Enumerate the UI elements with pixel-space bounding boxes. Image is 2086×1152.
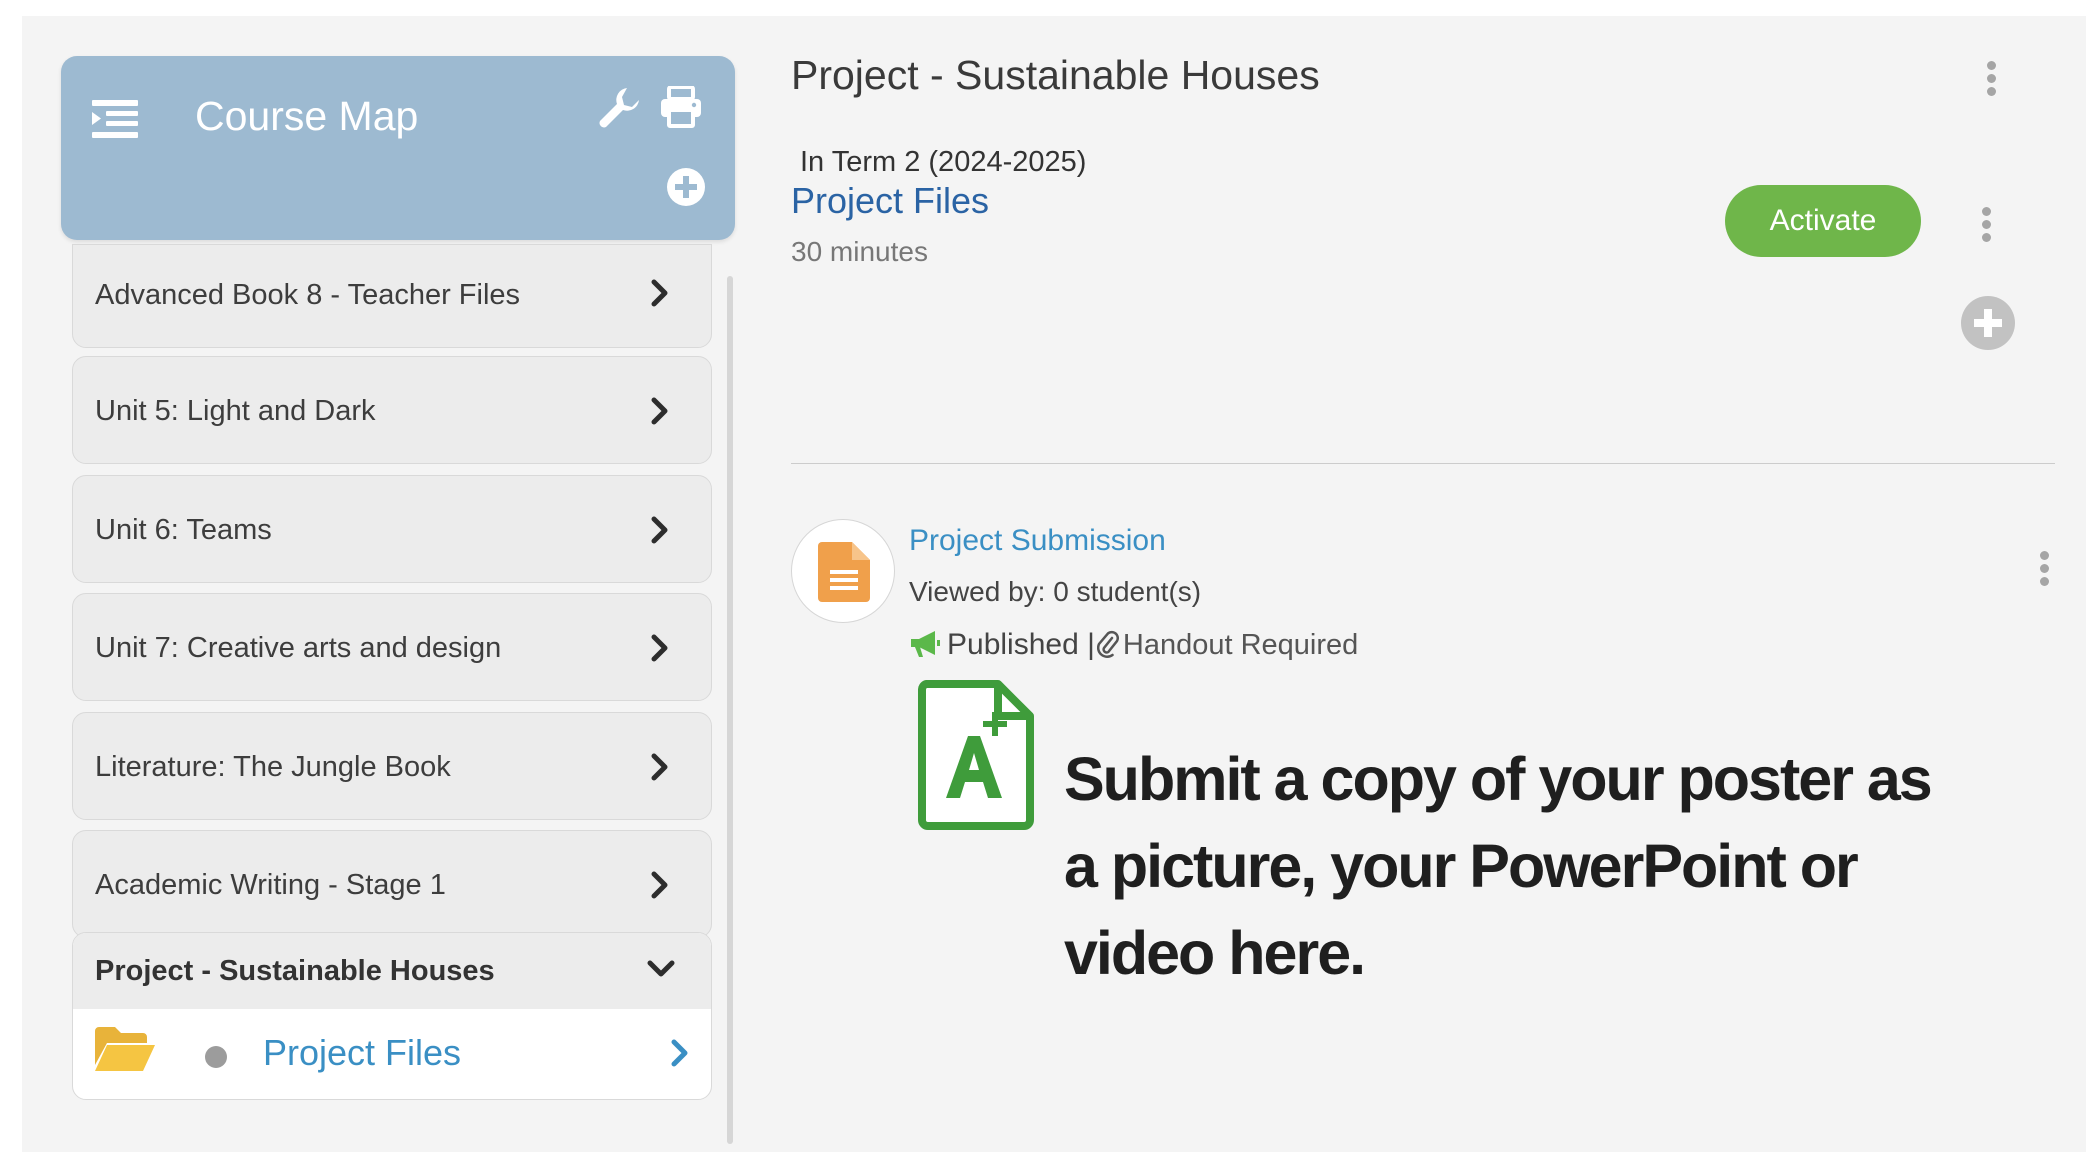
folder-open-icon: [93, 1025, 157, 1078]
sidebar-item-unit-7[interactable]: Unit 7: Creative arts and design: [72, 593, 712, 701]
term-label: In Term 2 (2024-2025): [800, 146, 1087, 178]
plus-circle-icon[interactable]: [666, 167, 706, 212]
chevron-right-icon: [651, 634, 669, 667]
sidebar-section-header[interactable]: Project - Sustainable Houses: [73, 933, 711, 1009]
activate-button[interactable]: Activate: [1725, 185, 1921, 257]
printer-icon[interactable]: [659, 85, 703, 133]
status-separator: |: [1087, 628, 1095, 661]
sidebar-subitem-project-files[interactable]: Project Files: [73, 1009, 711, 1099]
resource-options-kebab-icon[interactable]: [1982, 207, 1991, 246]
chevron-right-icon: [671, 1039, 689, 1072]
sidebar-item-advanced-book-8[interactable]: Advanced Book 8 - Teacher Files: [72, 244, 712, 348]
sidebar-item-sustainable-houses: Project - Sustainable Houses Project Fil…: [72, 932, 712, 1100]
document-grade-icon: [918, 680, 1034, 835]
course-map-title: Course Map: [195, 93, 419, 139]
document-icon: [818, 542, 870, 602]
sidebar-item-literature[interactable]: Literature: The Jungle Book: [72, 712, 712, 820]
sidebar-item-label: Unit 7: Creative arts and design: [95, 632, 502, 664]
sidebar-subitem-label: Project Files: [263, 1032, 462, 1073]
chevron-right-icon: [651, 516, 669, 549]
list-menu-icon[interactable]: [92, 100, 138, 143]
course-app: Course Map Advanced Book 8 - Teacher Fil…: [22, 16, 2086, 1152]
viewed-by-text: Viewed by: 0 student(s): [909, 576, 1202, 607]
sidebar-item-label: Unit 6: Teams: [95, 514, 272, 546]
handout-required-label: Handout Required: [1122, 629, 1359, 661]
assignment-status-line: Published | Handout Required: [909, 628, 1358, 666]
sidebar-item-label: Literature: The Jungle Book: [95, 751, 451, 783]
sidebar-item-label: Academic Writing - Stage 1: [95, 869, 446, 901]
chevron-down-icon: [647, 959, 675, 984]
paperclip-icon: [1096, 630, 1119, 666]
chevron-right-icon: [651, 753, 669, 786]
page-title: Project - Sustainable Houses: [791, 52, 1320, 98]
section-divider: [791, 463, 2055, 464]
status-dot: [205, 1046, 227, 1068]
assignment-title-link[interactable]: Project Submission: [909, 524, 1166, 558]
sidebar-item-label: Project - Sustainable Houses: [95, 955, 495, 987]
sidebar-item-unit-6[interactable]: Unit 6: Teams: [72, 475, 712, 583]
megaphone-icon: [909, 630, 941, 666]
chevron-right-icon: [651, 397, 669, 430]
course-map-header: Course Map: [61, 56, 735, 240]
wrench-icon[interactable]: [597, 86, 641, 135]
published-status: Published: [947, 628, 1079, 661]
sidebar-item-unit-5[interactable]: Unit 5: Light and Dark: [72, 356, 712, 464]
sidebar-item-label: Unit 5: Light and Dark: [95, 395, 376, 427]
add-item-icon[interactable]: [1960, 295, 2016, 356]
sidebar-item-academic-writing[interactable]: Academic Writing - Stage 1: [72, 830, 712, 938]
sidebar-item-label: Advanced Book 8 - Teacher Files: [95, 279, 521, 311]
sidebar-scrollbar[interactable]: [727, 276, 733, 1144]
resource-title-link[interactable]: Project Files: [791, 180, 989, 222]
chevron-right-icon: [651, 279, 669, 312]
assignment-instruction: Submit a copy of your poster as a pictur…: [1064, 745, 1933, 987]
page-options-kebab-icon[interactable]: [1987, 61, 1996, 100]
assignment-options-kebab-icon[interactable]: [2040, 551, 2049, 590]
assignment-icon-badge: [791, 519, 895, 623]
duration-text: 30 minutes: [791, 236, 928, 267]
chevron-right-icon: [651, 871, 669, 904]
